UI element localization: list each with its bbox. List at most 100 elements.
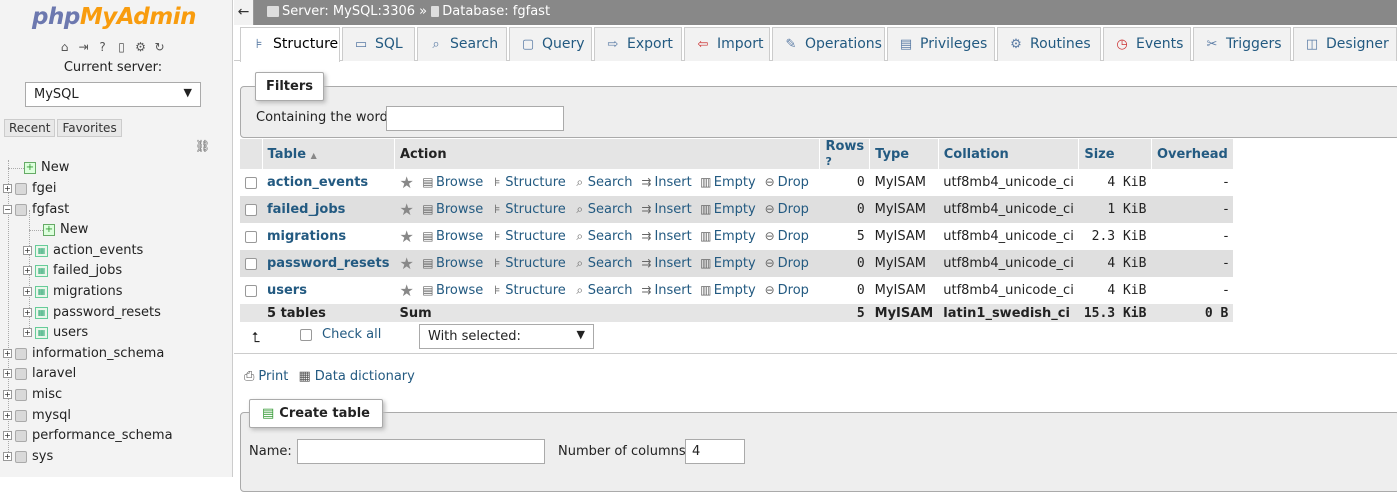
row-checkbox[interactable] <box>245 230 257 243</box>
collapse-icon[interactable]: − <box>3 205 12 214</box>
check-all-label[interactable]: Check all <box>322 327 381 342</box>
tree-item-information-schema[interactable]: + information_schema <box>3 344 164 364</box>
row-checkbox[interactable] <box>245 176 257 189</box>
tab-operations[interactable]: ✎ Operations <box>772 27 885 61</box>
tree-item-failed-jobs[interactable]: + ▦ failed_jobs <box>23 261 122 281</box>
browse-action[interactable]: ▤ Browse <box>420 202 483 217</box>
insert-action[interactable]: ⇉ Insert <box>638 175 691 190</box>
phpmyadmin-logo[interactable]: phpMyAdmin <box>32 4 196 30</box>
tree-item-password-resets[interactable]: + ▦ password_resets <box>23 303 161 323</box>
size[interactable]: 2.3 KiB <box>1078 223 1152 250</box>
tree-item-sys[interactable]: + sys <box>3 447 53 467</box>
expand-icon[interactable]: + <box>23 328 32 337</box>
link-icon[interactable]: ⛓ <box>195 139 210 153</box>
favorite-star-icon[interactable]: ★ <box>399 281 413 300</box>
empty-action[interactable]: ▥ Empty <box>698 175 756 190</box>
check-all-checkbox[interactable] <box>300 329 312 341</box>
drop-action[interactable]: ⊖ Drop <box>762 175 809 190</box>
structure-action[interactable]: ⊧ Structure <box>489 283 566 298</box>
breadcrumb-database[interactable]: Database: fgfast <box>442 4 550 19</box>
tree-item-fgei[interactable]: + fgei <box>3 179 56 199</box>
column-header-overhead[interactable]: Overhead <box>1151 139 1234 169</box>
reload-icon[interactable]: ↻ <box>152 40 167 55</box>
column-header-type[interactable]: Type <box>869 139 939 169</box>
server-select[interactable]: MySQL ▼ <box>25 82 201 107</box>
breadcrumb-server[interactable]: Server: MySQL:3306 <box>282 4 415 19</box>
search-action[interactable]: ⌕ Search <box>572 283 632 298</box>
size[interactable]: 1 KiB <box>1078 196 1152 223</box>
expand-icon[interactable]: + <box>3 349 12 358</box>
expand-icon[interactable]: + <box>3 369 12 378</box>
tab-import[interactable]: ⇦ Import <box>684 27 770 61</box>
search-action[interactable]: ⌕ Search <box>572 202 632 217</box>
size[interactable]: 4 KiB <box>1078 169 1152 196</box>
column-header-collation[interactable]: Collation <box>938 139 1080 169</box>
tree-item-migrations[interactable]: + ▦ migrations <box>23 282 123 302</box>
empty-action[interactable]: ▥ Empty <box>698 202 756 217</box>
tree-item-new[interactable]: + New <box>24 158 69 178</box>
tab-designer[interactable]: ◫ Designer <box>1293 27 1397 61</box>
table-name-input[interactable] <box>297 439 545 464</box>
tab-routines[interactable]: ⚙ Routines <box>997 27 1101 61</box>
browse-action[interactable]: ▤ Browse <box>420 175 483 190</box>
expand-icon[interactable]: + <box>23 287 32 296</box>
tree-item-users[interactable]: + ▦ users <box>23 323 88 343</box>
expand-icon[interactable]: + <box>3 390 12 399</box>
search-action[interactable]: ⌕ Search <box>572 229 632 244</box>
tab-search[interactable]: ⌕ Search <box>417 27 507 61</box>
with-selected-select[interactable]: With selected: ▼ <box>419 324 594 349</box>
structure-action[interactable]: ⊧ Structure <box>489 229 566 244</box>
row-checkbox[interactable] <box>245 284 257 297</box>
insert-action[interactable]: ⇉ Insert <box>638 256 691 271</box>
browse-action[interactable]: ▤ Browse <box>420 229 483 244</box>
structure-action[interactable]: ⊧ Structure <box>489 175 566 190</box>
structure-action[interactable]: ⊧ Structure <box>489 202 566 217</box>
data-dictionary-link[interactable]: Data dictionary <box>315 369 415 384</box>
favorite-star-icon[interactable]: ★ <box>399 173 413 192</box>
size[interactable]: 4 KiB <box>1078 277 1152 304</box>
tree-item-fgfast-new[interactable]: + New <box>43 220 88 240</box>
tree-item-mysql[interactable]: + mysql <box>3 406 71 426</box>
print-link[interactable]: Print <box>258 369 288 384</box>
browse-action[interactable]: ▤ Browse <box>420 283 483 298</box>
filter-input[interactable] <box>386 106 564 131</box>
favorite-star-icon[interactable]: ★ <box>399 254 413 273</box>
structure-action[interactable]: ⊧ Structure <box>489 256 566 271</box>
insert-action[interactable]: ⇉ Insert <box>638 283 691 298</box>
column-header-size[interactable]: Size <box>1078 139 1152 169</box>
drop-action[interactable]: ⊖ Drop <box>762 256 809 271</box>
docs-icon[interactable]: ▯ <box>114 40 129 55</box>
expand-icon[interactable]: + <box>3 452 12 461</box>
insert-action[interactable]: ⇉ Insert <box>638 202 691 217</box>
tab-triggers[interactable]: ✂ Triggers <box>1193 27 1291 61</box>
expand-icon[interactable]: + <box>23 308 32 317</box>
browse-action[interactable]: ▤ Browse <box>420 256 483 271</box>
search-action[interactable]: ⌕ Search <box>572 256 632 271</box>
help-icon[interactable]: ? <box>95 40 110 55</box>
tree-item-fgfast[interactable]: − fgfast <box>3 200 69 220</box>
tab-sql[interactable]: ▭ SQL <box>342 27 415 61</box>
table-name-link[interactable]: password_resets <box>267 256 389 271</box>
table-name-link[interactable]: migrations <box>267 229 346 244</box>
tree-item-performance-schema[interactable]: + performance_schema <box>3 426 173 446</box>
expand-icon[interactable]: + <box>3 411 12 420</box>
tab-export[interactable]: ⇨ Export <box>594 27 682 61</box>
drop-action[interactable]: ⊖ Drop <box>762 283 809 298</box>
row-checkbox[interactable] <box>245 257 257 270</box>
table-name-link[interactable]: action_events <box>267 175 368 190</box>
help-icon[interactable]: ? <box>825 155 831 168</box>
column-header-table[interactable]: Table ▲ <box>262 139 395 169</box>
tab-structure[interactable]: ⊧ Structure <box>240 27 340 62</box>
drop-action[interactable]: ⊖ Drop <box>762 202 809 217</box>
empty-action[interactable]: ▥ Empty <box>698 283 756 298</box>
row-checkbox[interactable] <box>245 203 257 216</box>
expand-icon[interactable]: + <box>23 246 32 255</box>
drop-action[interactable]: ⊖ Drop <box>762 229 809 244</box>
tree-item-misc[interactable]: + misc <box>3 385 62 405</box>
tree-item-action-events[interactable]: + ▦ action_events <box>23 241 143 261</box>
tab-privileges[interactable]: ▤ Privileges <box>887 27 995 61</box>
size[interactable]: 4 KiB <box>1078 250 1152 277</box>
favorites-tab[interactable]: Favorites <box>57 119 122 137</box>
table-name-link[interactable]: failed_jobs <box>267 202 345 217</box>
table-name-link[interactable]: users <box>267 283 307 298</box>
